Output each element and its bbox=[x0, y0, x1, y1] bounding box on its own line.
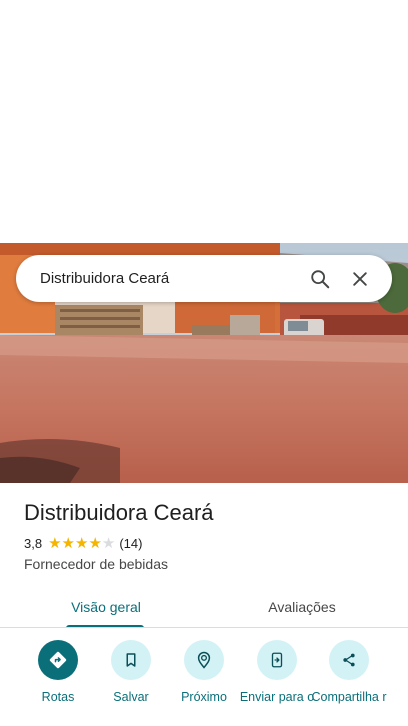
nearby-button[interactable]: Próximo bbox=[164, 640, 244, 704]
close-icon[interactable] bbox=[340, 259, 380, 299]
star-filled-icon: ★ bbox=[88, 535, 102, 552]
star-empty-icon: ★ bbox=[101, 535, 116, 552]
divider bbox=[0, 627, 408, 628]
send-to-phone-label: Enviar para o bbox=[239, 690, 315, 704]
tab-bar: Visão geral Avaliações bbox=[0, 585, 408, 628]
search-icon[interactable] bbox=[300, 259, 340, 299]
save-button[interactable]: Salvar bbox=[91, 640, 171, 704]
search-bar[interactable]: Distribuidora Ceará bbox=[16, 255, 392, 302]
nearby-icon bbox=[184, 640, 224, 680]
share-icon bbox=[329, 640, 369, 680]
place-title: Distribuidora Ceará bbox=[24, 500, 214, 525]
share-button[interactable]: Compartilha r bbox=[309, 640, 389, 704]
directions-label: Rotas bbox=[41, 690, 75, 704]
directions-button[interactable]: Rotas bbox=[18, 640, 98, 704]
star-filled-icon: ★ bbox=[61, 535, 75, 552]
review-count[interactable]: (14) bbox=[119, 536, 142, 551]
send-to-phone-icon bbox=[257, 640, 297, 680]
directions-icon bbox=[38, 640, 78, 680]
rating-row[interactable]: 3,8 ★ ★ ★ ★ ★ (14) bbox=[24, 536, 142, 551]
blank-area bbox=[0, 0, 408, 243]
tab-reviews[interactable]: Avaliações bbox=[196, 585, 408, 628]
bookmark-icon bbox=[111, 640, 151, 680]
place-category: Fornecedor de bebidas bbox=[24, 556, 168, 572]
send-to-phone-button[interactable]: Enviar para o bbox=[237, 640, 317, 704]
nearby-label: Próximo bbox=[181, 690, 227, 704]
save-label: Salvar bbox=[113, 690, 149, 704]
star-filled-icon: ★ bbox=[48, 535, 62, 552]
search-input[interactable]: Distribuidora Ceará bbox=[40, 270, 300, 287]
star-filled-icon: ★ bbox=[74, 535, 89, 552]
rating-value: 3,8 bbox=[24, 536, 43, 551]
star-rating: ★ ★ ★ ★ ★ bbox=[48, 536, 115, 551]
tab-overview[interactable]: Visão geral bbox=[0, 585, 212, 628]
share-label: Compartilha r bbox=[311, 690, 387, 704]
action-bar: Rotas Salvar Próximo Enviar para o Compa… bbox=[0, 640, 408, 726]
